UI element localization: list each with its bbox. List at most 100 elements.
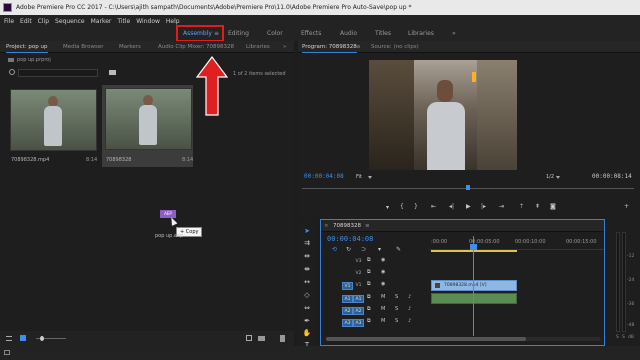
rate-stretch-tool-icon[interactable]: ↔ [302,277,312,287]
track-label[interactable]: A2 [353,307,364,315]
program-playhead-icon[interactable] [466,185,470,190]
source-patch-v1[interactable]: V1 [342,282,353,290]
rolling-edit-tool-icon[interactable]: ⇼ [302,264,312,274]
menu-sequence[interactable]: Sequence [55,18,85,25]
toggle-sync-lock-icon[interactable]: ⧉ [367,306,371,312]
video-clip[interactable]: 70898328.mp4 [V] [431,280,517,291]
mute-button[interactable]: M [381,318,385,324]
work-area-bar[interactable] [431,250,517,252]
project-search-input[interactable] [18,69,98,77]
go-to-out-icon[interactable]: ⇥ [499,203,504,210]
pen-tool-icon[interactable]: ✒ [302,316,312,326]
toggle-sync-lock-icon[interactable]: ⧉ [367,318,371,324]
playhead-marker-icon[interactable] [470,244,477,250]
timeline-timecode[interactable]: 00:00:04:08 [327,235,373,243]
audio-clip[interactable] [431,293,517,304]
mute-button[interactable]: M [381,294,385,300]
timeline-ruler[interactable]: :00:00 00:00:05:00 00:00:10:00 00:00:15:… [429,236,604,250]
timeline-menu-icon[interactable]: ≡ [365,223,370,229]
solo-button[interactable]: S [395,306,398,312]
tab-sequence[interactable]: 70898328 [333,223,361,229]
mark-out-icon[interactable]: } [414,203,418,210]
snap-icon[interactable]: ⟲ [332,246,337,253]
insert-nest-icon[interactable]: ↻ [346,246,351,253]
toggle-sync-lock-icon[interactable]: ⧉ [367,269,371,275]
mute-button[interactable]: M [381,306,385,312]
timeline-close-icon[interactable]: × [324,223,329,229]
program-timecode[interactable]: 00:00:04:08 [304,173,344,180]
workspace-tab-editing[interactable]: Editing [228,30,249,37]
linked-selection-icon[interactable]: ⊃ [361,246,366,253]
extract-icon[interactable]: ⇞ [535,203,540,210]
project-overflow-icon[interactable]: » [283,44,286,50]
hand-tool-icon[interactable]: ✋ [302,328,312,338]
go-to-in-icon[interactable]: ⇤ [431,203,436,210]
fit-dropdown[interactable]: Fit [356,174,362,180]
fit-dropdown-chevron-icon[interactable] [368,176,372,179]
tab-media-browser[interactable]: Media Browser [63,44,104,50]
tab-libraries[interactable]: Libraries [246,44,270,50]
microphone-icon[interactable]: ♪ [408,318,411,324]
program-video-frame[interactable] [369,60,517,170]
workspace-tab-libraries[interactable]: Libraries [408,30,434,37]
wrench-icon[interactable]: ✎ [396,246,401,253]
new-bin-icon[interactable] [109,70,116,75]
icon-view-icon[interactable] [20,335,26,341]
export-frame-icon[interactable]: ◙ [550,203,556,210]
menu-window[interactable]: Window [136,18,160,25]
folder-footer-icon[interactable] [258,336,265,341]
menu-title[interactable]: Title [117,18,130,25]
source-patch-a2[interactable]: A2 [342,307,353,315]
resolution-dropdown[interactable]: 1/2 [546,174,554,180]
microphone-icon[interactable]: ♪ [408,306,411,312]
zoom-slider-handle[interactable] [40,336,44,341]
new-item-icon[interactable] [246,335,252,341]
selection-tool-icon[interactable]: ➤ [302,226,312,236]
lift-icon[interactable]: ⇡ [519,203,524,210]
step-back-icon[interactable]: ◂| [449,203,454,210]
menu-file[interactable]: File [4,18,14,25]
program-menu-icon[interactable]: ≡ [356,44,361,50]
microphone-icon[interactable]: ♪ [408,294,411,300]
button-editor-icon[interactable]: + [624,203,629,210]
timeline-scrollbar[interactable] [326,337,601,341]
tab-program[interactable]: Program: 70898328 [302,44,357,53]
toggle-sync-lock-icon[interactable]: ⧉ [367,294,371,300]
slip-tool-icon[interactable]: ⇔ [302,303,312,313]
eye-icon[interactable]: ◉ [381,281,385,287]
eye-icon[interactable]: ◉ [381,257,385,263]
tab-source[interactable]: Source: (no clips) [371,44,419,50]
menu-clip[interactable]: Clip [38,18,49,25]
source-patch-a1[interactable]: A1 [342,295,353,303]
tab-project[interactable]: Project: pop up [6,44,48,53]
scrollbar-thumb[interactable] [326,337,526,341]
toggle-sync-lock-icon[interactable]: ⧉ [367,281,371,287]
playhead-line[interactable] [473,236,474,336]
eye-icon[interactable]: ◉ [381,269,385,275]
add-marker-icon[interactable]: ▾ [386,204,389,211]
source-patch-a3[interactable]: A3 [342,319,353,327]
razor-tool-icon[interactable]: ◇ [302,290,312,300]
ripple-edit-tool-icon[interactable]: ⇹ [302,251,312,261]
menu-edit[interactable]: Edit [20,18,32,25]
toggle-sync-lock-icon[interactable]: ⧉ [367,257,371,263]
mark-in-icon[interactable]: { [400,203,404,210]
solo-right-button[interactable]: S [622,335,625,340]
workspace-tab-titles[interactable]: Titles [375,30,391,37]
track-label[interactable]: A3 [353,319,364,327]
menu-marker[interactable]: Marker [91,18,112,25]
menu-help[interactable]: Help [166,18,180,25]
list-view-icon[interactable] [6,336,12,341]
track-label[interactable]: V3 [353,258,364,266]
clip-item[interactable]: 70898328.mp4 8:14 [8,87,99,169]
tab-audio-clip-mixer[interactable]: Audio Clip Mixer: 70898328 [158,44,234,50]
track-label[interactable]: V2 [353,270,364,278]
trash-icon[interactable] [280,335,285,342]
workspace-tab-color[interactable]: Color [267,30,283,37]
play-icon[interactable]: ▶ [466,203,471,210]
solo-button[interactable]: S [395,318,398,324]
sequence-item[interactable]: 70898328 8:14 [102,85,193,167]
solo-left-button[interactable]: S [616,335,619,340]
track-label[interactable]: V1 [353,282,364,290]
step-forward-icon[interactable]: |▸ [481,203,486,210]
